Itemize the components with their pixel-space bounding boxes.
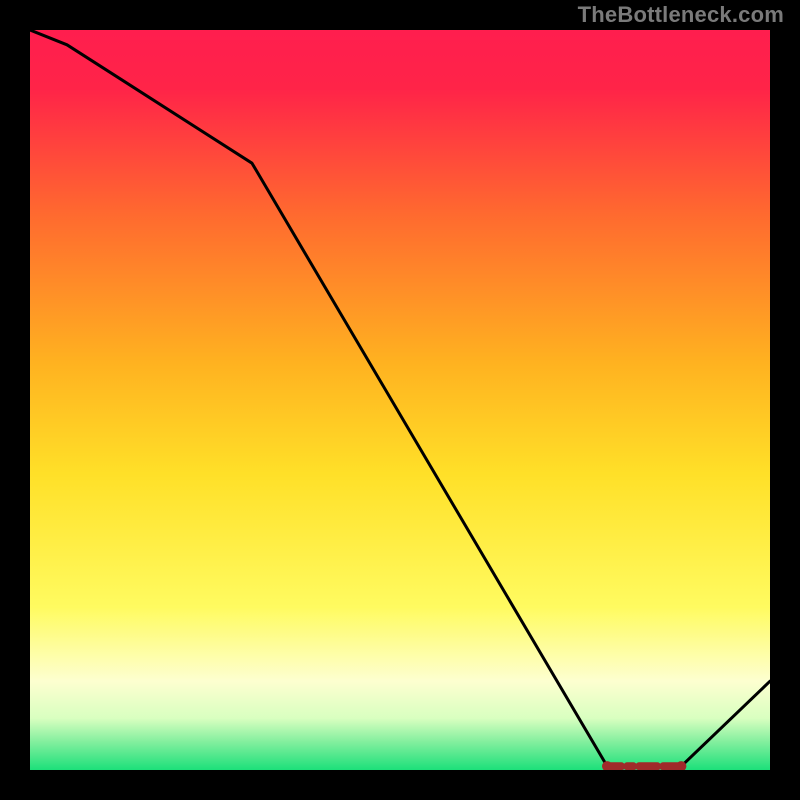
gradient-background xyxy=(30,30,770,770)
marker-band xyxy=(602,761,686,770)
chart-svg xyxy=(30,30,770,770)
chart-frame: TheBottleneck.com xyxy=(0,0,800,800)
attribution-text: TheBottleneck.com xyxy=(578,2,784,28)
plot-area xyxy=(30,30,770,770)
